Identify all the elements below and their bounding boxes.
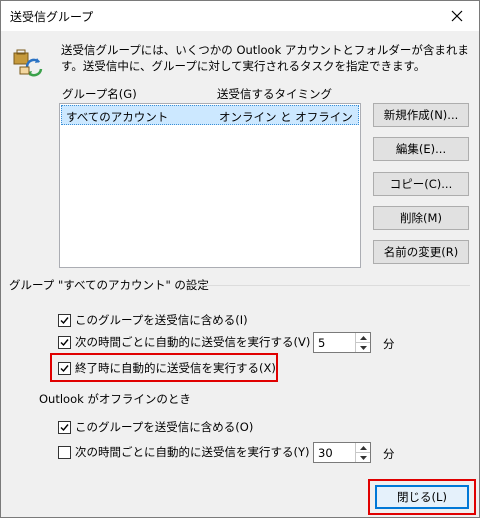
online-interval-unit: 分 [383,337,395,351]
send-receive-groups-dialog: 送受信グループ 送受信グループには、いくつかの Outlook アカウントとフォ… [0,0,480,518]
new-button[interactable]: 新規作成(N)... [373,103,469,127]
highlight-box-on-exit [50,353,278,382]
group-settings-title: グループ "すべてのアカウント" の設定 [9,278,209,292]
offline-interval-unit: 分 [383,447,395,461]
list-item-timing: オンライン と オフライン [219,110,353,124]
schedule-offline-checkbox[interactable]: 次の時間ごとに自動的に送受信を実行する(Y) [58,443,310,461]
spin-down-icon[interactable] [356,453,370,462]
column-header-group-name: グループ名(G) [62,87,137,101]
copy-button[interactable]: コピー(C)... [373,172,469,196]
title-bar: 送受信グループ [1,1,479,31]
rename-button[interactable]: 名前の変更(R) [373,240,469,264]
delete-button[interactable]: 削除(M) [373,206,469,230]
list-item-name: すべてのアカウント [66,110,169,124]
offline-section-title: Outlook がオフラインのとき [39,392,191,406]
include-offline-checkbox[interactable]: このグループを送受信に含める(O) [58,418,253,436]
dialog-title: 送受信グループ [10,10,94,24]
schedule-online-checkbox[interactable]: 次の時間ごとに自動的に送受信を実行する(V) [58,333,310,351]
checkbox-checked-icon [58,335,71,349]
checkbox-checked-icon [58,420,71,434]
highlight-box-close [368,479,476,515]
spin-down-icon[interactable] [356,343,370,352]
online-interval-spinner[interactable]: 5 [313,332,371,353]
edit-button[interactable]: 編集(E)... [373,137,469,161]
column-header-timing: 送受信するタイミング [217,87,332,101]
include-group-checkbox[interactable]: このグループを送受信に含める(I) [58,311,248,329]
group-listbox[interactable]: すべてのアカウント オンライン と オフライン [59,103,361,268]
checkbox-checked-icon [58,313,71,327]
offline-interval-value: 30 [318,446,333,460]
spin-up-icon[interactable] [356,333,370,343]
offline-interval-spinner[interactable]: 30 [313,442,371,463]
close-icon[interactable] [435,1,479,31]
dialog-description: 送受信グループには、いくつかの Outlook アカウントとフォルダーが含まれま… [61,43,469,73]
spin-up-icon[interactable] [356,443,370,453]
list-item[interactable]: すべてのアカウント オンライン と オフライン [61,105,359,125]
online-interval-value: 5 [318,336,326,350]
checkbox-unchecked-icon [58,445,71,459]
send-receive-icon [12,47,46,77]
group-divider [186,285,470,286]
